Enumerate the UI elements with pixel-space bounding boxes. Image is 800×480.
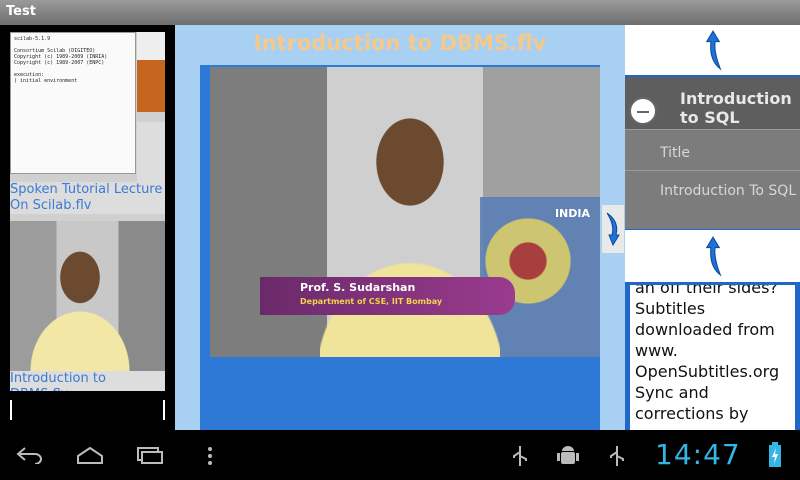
back-icon[interactable] [15,446,45,464]
recent-apps-icon[interactable] [135,446,165,464]
usb-icon [513,446,527,466]
field-value[interactable]: Introduction To SQL [660,182,798,200]
status-clock: 14:47 [655,438,741,471]
field-label[interactable]: Title [660,145,690,161]
arrow-up-icon [705,236,722,277]
usb-icon [610,446,624,466]
arrow-right-icon [606,212,620,247]
thumbnail-orange-panel [137,60,165,112]
section-title: Introduction to SQL [680,89,792,127]
player-area: Introduction to DBMS.flv INDIA Prof. S. … [175,25,625,430]
video-lecturer [320,107,500,357]
video-view[interactable]: INDIA Prof. S. Sudarshan Department of C… [210,67,600,357]
arrow-up-icon [705,30,722,71]
title-bar: Test [0,0,800,25]
lecturer-name: Prof. S. Sudarshan [300,281,416,294]
playlist-item-label[interactable]: Spoken Tutorial Lecture On Scilab.flv [10,182,165,214]
battery-charging-icon [769,442,781,467]
home-icon[interactable] [75,446,105,464]
lecturer-department: Department of CSE, IIT Bombay [300,297,443,306]
thumbnail-screen: scilab-5.1.9 Consortium Scilab (DIGITEO)… [10,32,136,174]
playlist-item-label[interactable]: Introduction to DBMS.flv [10,371,165,391]
subtitles-box[interactable]: an off their sides? Subtitles downloaded… [630,285,795,430]
details-scroll-up-button[interactable] [625,25,800,75]
overflow-menu-icon[interactable] [205,445,215,467]
window-title: Test [6,4,36,19]
thumbnail-lecturer [30,251,130,371]
scroll-indicator [10,400,12,420]
thumbnail-screen-text: scilab-5.1.9 Consortium Scilab (DIGITEO)… [14,36,108,84]
playlist-item-dbms-thumbnail[interactable]: Introduction to DBMS.flv [10,221,165,391]
android-debug-icon [557,446,579,464]
divider [625,170,800,171]
collapse-icon[interactable] [629,97,657,125]
playlist-panel[interactable]: scilab-5.1.9 Consortium Scilab (DIGITEO)… [0,25,175,430]
divider [625,129,800,130]
video-title: Introduction to DBMS.flv [253,31,547,55]
details-panel: Introduction to SQL Title Introduction T… [625,25,800,430]
scroll-indicator [163,400,165,420]
playlist-item-scilab-thumbnail[interactable]: scilab-5.1.9 Consortium Scilab (DIGITEO)… [10,32,165,240]
subtitles-text: an off their sides? Subtitles downloaded… [635,285,780,423]
video-backdrop-text: INDIA [554,207,590,220]
video-lower-third: Prof. S. Sudarshan Department of CSE, II… [260,277,515,315]
subtitles-scroll-button[interactable] [625,230,800,282]
next-arrow-button[interactable] [602,205,624,253]
